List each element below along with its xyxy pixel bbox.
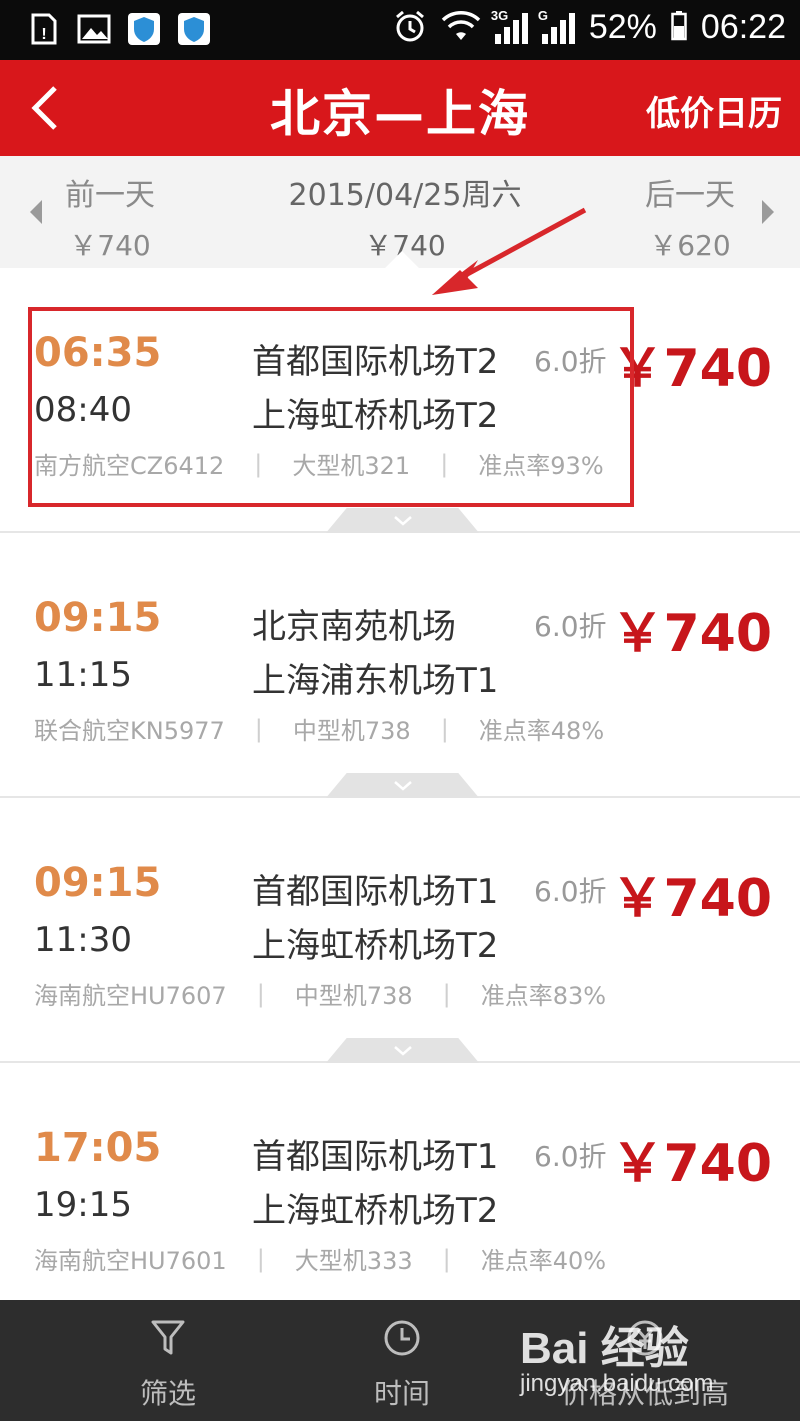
departure-airport: 首都国际机场T1 [252,872,499,912]
system-icons: 3G G 52% 06:22 [393,8,786,47]
network-type-label-2: G [537,7,548,23]
notification-icons: ! [26,12,212,46]
departure-airport: 北京南苑机场 [252,607,456,647]
discount: 6.0折 [534,1140,607,1173]
price-sort-button[interactable]: 价格从低到高 [560,1318,730,1412]
expand-button[interactable] [325,773,480,799]
flight-meta: 联合航空KN5977 | 中型机738 | 准点率48% [34,711,604,746]
divider: | [254,714,263,743]
arrival-time: 19:15 [34,1185,132,1225]
flight-meta: 海南航空HU7607 | 中型机738 | 准点率83% [34,976,606,1011]
app-header: 北京—上海 低价日历 [0,60,800,156]
shield-app-icon-2 [176,12,212,46]
expand-button[interactable] [325,1038,480,1064]
airline-flight-no: 海南航空HU7607 [34,982,227,1010]
status-bar: ! 3G G 52% 06:22 [0,0,800,60]
highlight-box [28,307,634,507]
next-day-button[interactable]: 后一天 ￥620 [610,170,770,264]
svg-text:!: ! [41,26,46,43]
divider: | [440,714,449,743]
aircraft-type: 中型机738 [294,982,413,1010]
annotation-arrow-icon [432,207,587,295]
time-sort-button[interactable]: 时间 [352,1318,452,1412]
prev-day-button[interactable]: 前一天 ￥740 [30,170,190,264]
next-day-price: ￥620 [649,229,731,262]
image-icon [76,12,112,46]
aircraft-type: 大型机333 [294,1247,413,1275]
departure-time: 09:15 [34,595,162,641]
prev-day-price: ￥740 [69,229,151,262]
airline-flight-no: 海南航空HU7601 [34,1247,227,1275]
airline-flight-no: 联合航空KN5977 [34,717,225,745]
sim-alert-icon: ! [26,12,62,46]
shield-app-icon [126,12,162,46]
filter-icon [151,1320,185,1355]
clock: 06:22 [700,8,786,46]
departure-airport: 首都国际机场T1 [252,1137,499,1177]
on-time-rate: 准点率48% [478,717,605,745]
arrival-time: 11:15 [34,655,132,695]
chevron-down-icon [393,516,412,526]
price: ￥740 [611,1134,772,1194]
arrival-airport: 上海虹桥机场T2 [252,1191,499,1231]
signal-g-icon: G [538,8,575,44]
divider: | [256,1244,265,1273]
price-icon [627,1320,663,1356]
battery-percent: 52% [588,8,657,46]
arrival-airport: 上海浦东机场T1 [252,661,499,701]
battery-icon [671,10,687,45]
divider: | [256,979,265,1008]
on-time-rate: 准点率40% [480,1247,607,1275]
price-sort-label: 价格从低到高 [560,1377,729,1410]
low-price-calendar-button[interactable]: 低价日历 [646,86,782,135]
bottom-nav: 筛选 时间 价格从低到高 [0,1300,800,1421]
price: ￥740 [611,339,772,399]
discount: 6.0折 [534,875,607,908]
chevron-down-icon [393,781,412,791]
time-label: 时间 [373,1377,430,1410]
filter-label: 筛选 [139,1377,196,1410]
next-arrow-icon[interactable] [762,200,774,224]
clock-icon [384,1320,420,1356]
divider: | [442,1244,451,1273]
flight-meta: 海南航空HU7601 | 大型机333 | 准点率40% [34,1241,606,1276]
price: ￥740 [611,604,772,664]
price: ￥740 [611,869,772,929]
alarm-icon [393,9,427,47]
next-day-label: 后一天 [645,178,735,213]
arrival-time: 11:30 [34,920,132,960]
wifi-icon [441,10,481,46]
flight-row[interactable]: 17:05 19:15 首都国际机场T1 上海虹桥机场T2 6.0折 ￥740 … [0,1063,800,1328]
signal-3g-icon: 3G [491,8,528,44]
filter-button[interactable]: 筛选 [118,1318,218,1412]
aircraft-type: 中型机738 [292,717,411,745]
network-type-label: 3G [490,7,509,23]
departure-time: 17:05 [34,1125,162,1171]
arrival-airport: 上海虹桥机场T2 [252,926,499,966]
divider: | [442,979,451,1008]
prev-day-label: 前一天 [65,178,155,213]
expand-button[interactable] [325,508,480,534]
discount: 6.0折 [534,610,607,643]
on-time-rate: 准点率83% [480,982,607,1010]
prev-arrow-icon[interactable] [30,200,42,224]
chevron-down-icon [393,1046,412,1056]
flight-row[interactable]: 09:15 11:15 北京南苑机场 上海浦东机场T1 6.0折 ￥740 联合… [0,533,800,799]
flight-row[interactable]: 09:15 11:30 首都国际机场T1 上海虹桥机场T2 6.0折 ￥740 … [0,798,800,1064]
departure-time: 09:15 [34,860,162,906]
